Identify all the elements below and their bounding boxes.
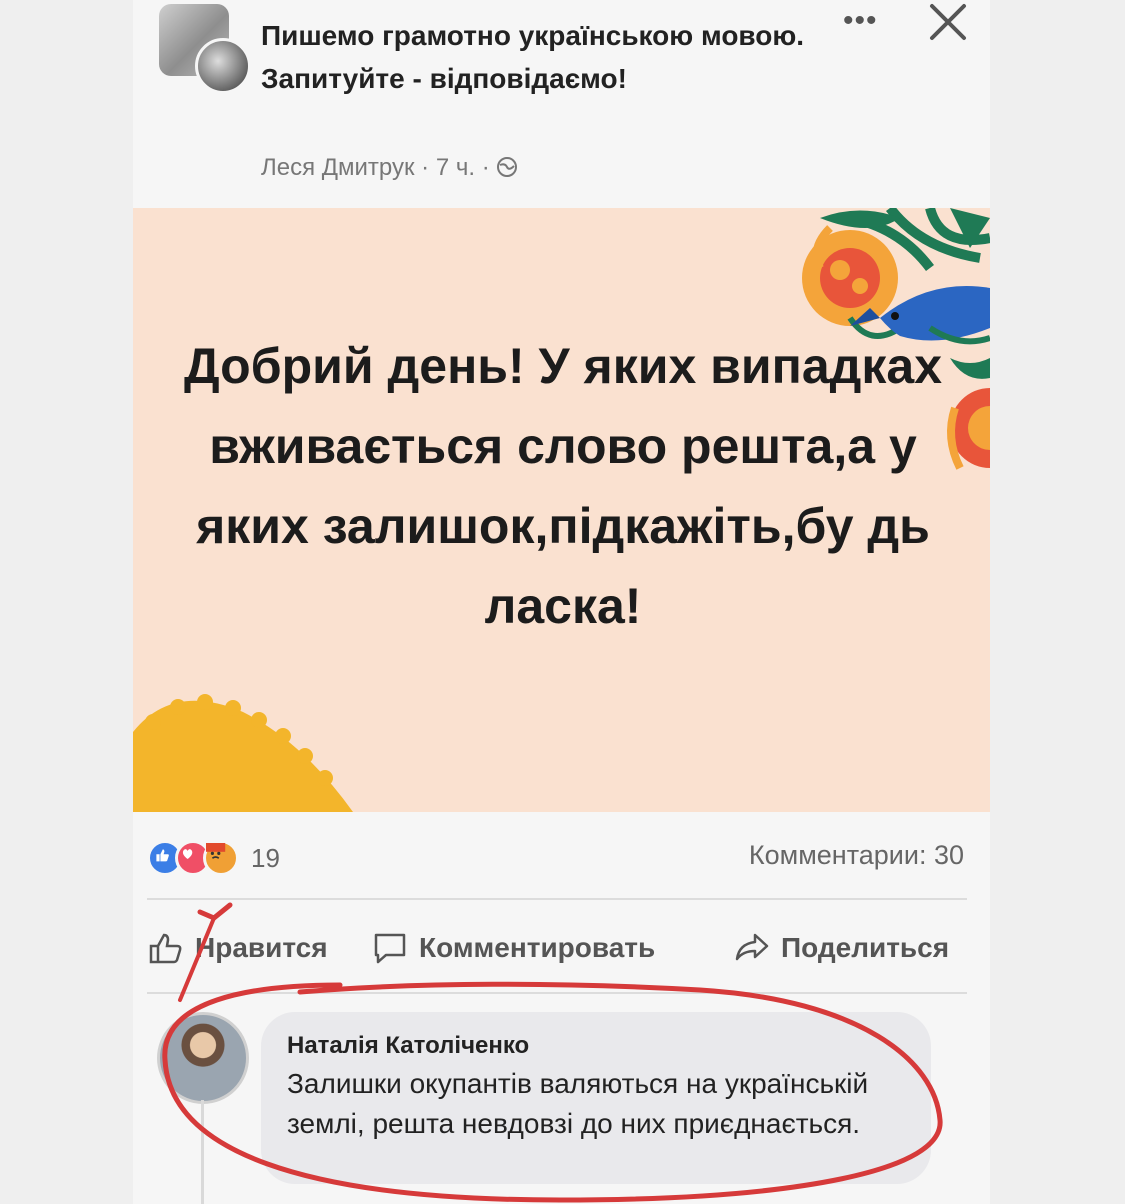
reaction-count: 19 <box>251 842 280 873</box>
comments-count[interactable]: Комментарии: 30 <box>749 840 964 871</box>
group-avatar[interactable] <box>159 4 251 94</box>
reactions-summary[interactable]: 19 <box>147 838 280 878</box>
comment-button[interactable]: Комментировать <box>371 922 655 974</box>
more-dots-icon[interactable]: ••• <box>843 6 885 36</box>
action-bar: Нравится Комментировать Поделиться <box>133 922 990 974</box>
post-meta: Леся Дмитрук · 7 ч. · <box>261 154 518 182</box>
comment-text: Залишки окупантів валяються на українськ… <box>287 1068 869 1139</box>
author-avatar[interactable] <box>195 38 251 94</box>
thumbs-up-icon <box>149 933 182 964</box>
angry-reaction-icon <box>203 840 239 876</box>
post-text: Добрий день! У яких випадках вживається … <box>183 338 943 634</box>
post-time[interactable]: 7 ч. <box>436 154 475 181</box>
commenter-avatar[interactable] <box>157 1012 249 1104</box>
like-label: Нравится <box>195 932 328 963</box>
author-name[interactable]: Леся Дмитрук <box>261 154 415 181</box>
post-image[interactable]: Добрий день! У яких випадках вживається … <box>133 208 990 812</box>
divider <box>147 992 967 994</box>
meta-separator: · <box>421 154 430 181</box>
thread-line <box>201 1100 204 1204</box>
share-button[interactable]: Поделиться <box>733 922 949 974</box>
group-title[interactable]: Пишемо грамотно українською мовою. Запит… <box>261 14 821 100</box>
like-button[interactable]: Нравится <box>147 922 328 974</box>
meta-separator: · <box>481 154 490 181</box>
sun-ornament <box>133 694 353 812</box>
share-label: Поделиться <box>781 932 950 963</box>
globe-icon <box>497 157 518 177</box>
comment-author[interactable]: Наталія Католіченко <box>287 1032 529 1060</box>
close-icon[interactable] <box>923 0 973 46</box>
divider <box>147 898 967 900</box>
comment-icon <box>374 933 406 964</box>
share-icon <box>735 933 769 961</box>
comment-bubble: Наталія Католіченко Залишки окупантів ва… <box>261 1012 931 1184</box>
screenshot-frame: Пишемо грамотно українською мовою. Запит… <box>133 0 990 1204</box>
comment-label: Комментировать <box>419 932 656 963</box>
post-header: Пишемо грамотно українською мовою. Запит… <box>133 0 990 205</box>
